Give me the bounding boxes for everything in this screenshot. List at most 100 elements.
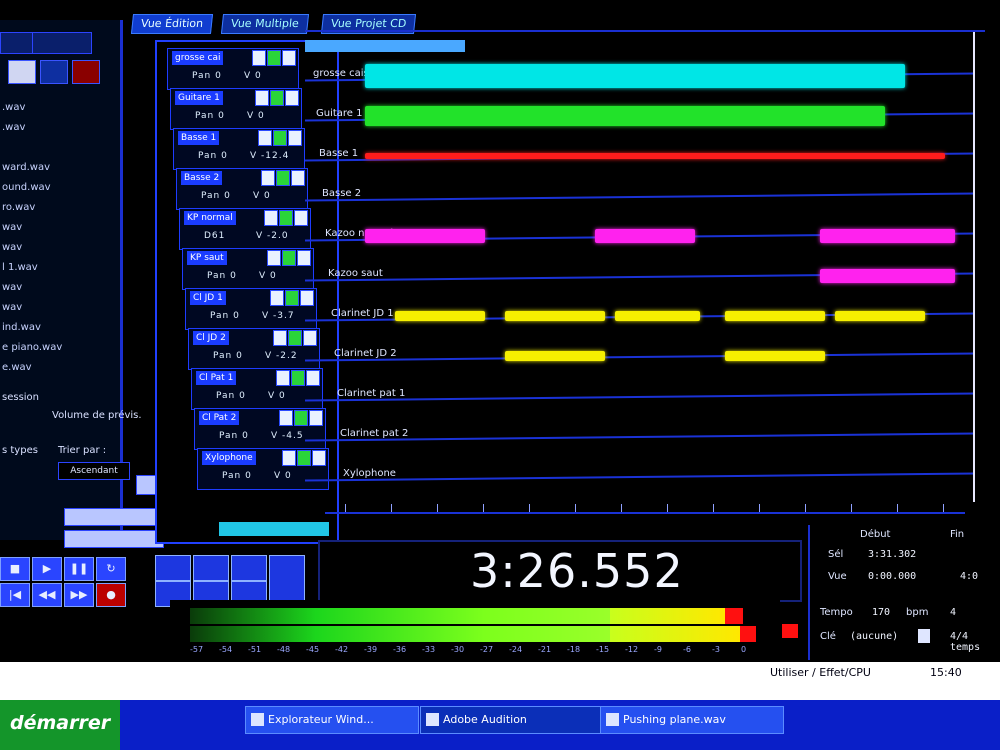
volume-value[interactable]: V -12.4: [250, 151, 289, 161]
mixer-track-name[interactable]: KP normal: [184, 211, 236, 225]
pan-value[interactable]: Pan 0: [201, 191, 231, 201]
file-action-button-1[interactable]: [64, 508, 164, 526]
mixer-track-name[interactable]: Cl Pat 1: [196, 371, 237, 385]
pan-value[interactable]: Pan 0: [222, 471, 252, 481]
mute-button[interactable]: [279, 410, 293, 426]
rewind-button[interactable]: ◀◀: [32, 583, 62, 607]
file-list-item[interactable]: e.wav: [2, 362, 32, 373]
volume-value[interactable]: V 0: [247, 111, 265, 121]
pan-value[interactable]: D61: [204, 231, 225, 241]
audio-clip[interactable]: [395, 311, 485, 321]
audio-clip[interactable]: [365, 229, 485, 243]
mixer-track-name[interactable]: Cl JD 2: [193, 331, 229, 345]
zoom-selection-button[interactable]: [269, 555, 305, 605]
file-list-item[interactable]: l 1.wav: [2, 262, 38, 273]
tab-vue-multiple[interactable]: Vue Multiple: [220, 14, 309, 34]
pan-value[interactable]: Pan 0: [219, 431, 249, 441]
volume-value[interactable]: V 0: [268, 391, 286, 401]
record-arm-button[interactable]: [285, 90, 299, 106]
file-panel-tab[interactable]: [0, 32, 36, 54]
mixer-track-name[interactable]: Basse 1: [178, 131, 220, 145]
file-list-item[interactable]: .wav: [2, 122, 25, 133]
mixer-track-name[interactable]: Xylophone: [202, 451, 256, 465]
audio-clip[interactable]: [505, 351, 605, 361]
sel-start-value[interactable]: 3:31.302: [868, 549, 916, 560]
file-list-item[interactable]: wav: [2, 282, 22, 293]
file-list-item[interactable]: ward.wav: [2, 162, 50, 173]
taskbar-item-wav[interactable]: Pushing plane.wav: [600, 706, 784, 734]
mute-button[interactable]: [282, 450, 296, 466]
zoom-in-h-button[interactable]: [155, 555, 191, 581]
file-list-item[interactable]: .wav: [2, 102, 25, 113]
record-arm-button[interactable]: [282, 50, 296, 66]
go-start-button[interactable]: |◀: [0, 583, 30, 607]
timeline-scrollbar[interactable]: [305, 40, 465, 52]
file-list-item[interactable]: wav: [2, 242, 22, 253]
track-lane[interactable]: [305, 192, 975, 202]
volume-value[interactable]: V 0: [274, 471, 292, 481]
file-list-item[interactable]: e piano.wav: [2, 342, 62, 353]
view-end-value[interactable]: 4:0: [960, 571, 978, 582]
mute-button[interactable]: [252, 50, 266, 66]
mixer-track-name[interactable]: Guitare 1: [175, 91, 223, 105]
record-arm-button[interactable]: [288, 130, 302, 146]
solo-button[interactable]: [273, 130, 287, 146]
start-button[interactable]: démarrer: [0, 700, 120, 750]
track-label[interactable]: Xylophone: [343, 468, 396, 479]
audio-clip[interactable]: [725, 311, 825, 321]
view-start-value[interactable]: 0:00.000: [868, 571, 916, 582]
track-lane[interactable]: [305, 472, 975, 482]
track-label[interactable]: Basse 1: [319, 148, 358, 159]
volume-value[interactable]: V -3.7: [262, 311, 295, 321]
volume-value[interactable]: V 0: [253, 191, 271, 201]
taskbar-item-audition[interactable]: Adobe Audition: [420, 706, 604, 734]
forward-button[interactable]: ▶▶: [64, 583, 94, 607]
tempo-value[interactable]: 170: [872, 607, 890, 618]
audio-clip[interactable]: [615, 311, 700, 321]
mute-button[interactable]: [270, 290, 284, 306]
beats-value[interactable]: 4: [950, 607, 956, 618]
import-button[interactable]: [40, 60, 68, 84]
pan-value[interactable]: Pan 0: [198, 151, 228, 161]
mixer-track-name[interactable]: Cl JD 1: [190, 291, 226, 305]
stop-button[interactable]: ■: [0, 557, 30, 581]
mute-button[interactable]: [261, 170, 275, 186]
tab-vue-edition[interactable]: Vue Édition: [130, 14, 214, 34]
track-label[interactable]: Clarinet JD 2: [334, 348, 397, 359]
file-list-item[interactable]: ound.wav: [2, 182, 51, 193]
clip-indicator[interactable]: [782, 624, 798, 638]
solo-button[interactable]: [288, 330, 302, 346]
track-label[interactable]: Basse 2: [322, 188, 361, 199]
effects-panel-tab[interactable]: [32, 32, 92, 54]
zoom-out-h-button[interactable]: [193, 555, 229, 581]
mixer-track-name[interactable]: grosse cai: [172, 51, 224, 65]
track-label[interactable]: Clarinet pat 1: [337, 388, 405, 399]
track-label[interactable]: Clarinet pat 2: [340, 428, 408, 439]
solo-button[interactable]: [279, 210, 293, 226]
volume-value[interactable]: V -4.5: [271, 431, 304, 441]
open-file-button[interactable]: [8, 60, 36, 84]
audio-clip[interactable]: [820, 269, 955, 283]
audio-clip[interactable]: [835, 311, 925, 321]
key-value[interactable]: (aucune): [850, 631, 898, 642]
pan-value[interactable]: Pan 0: [210, 311, 240, 321]
file-list-item[interactable]: wav: [2, 302, 22, 313]
track-lane[interactable]: [305, 392, 975, 402]
play-button[interactable]: ▶: [32, 557, 62, 581]
mute-button[interactable]: [255, 90, 269, 106]
solo-button[interactable]: [267, 50, 281, 66]
audio-clip[interactable]: [820, 229, 955, 243]
multitrack-view[interactable]: grosse caisse Guitare 1 Basse 1 Basse 2 Kazo…: [305, 30, 985, 532]
mixer-track-name[interactable]: Basse 2: [181, 171, 223, 185]
time-signature-value[interactable]: 4/4 temps: [950, 631, 1000, 653]
file-list-item[interactable]: ro.wav: [2, 202, 35, 213]
audio-clip[interactable]: [595, 229, 695, 243]
mute-button[interactable]: [273, 330, 287, 346]
track-lane[interactable]: [305, 352, 975, 362]
taskbar-item-explorer[interactable]: Explorateur Wind...: [245, 706, 419, 734]
audio-clip[interactable]: [365, 64, 905, 88]
playhead-cursor[interactable]: [973, 32, 975, 502]
record-arm-button[interactable]: [291, 170, 305, 186]
zoom-full-button[interactable]: [231, 555, 267, 581]
key-dropdown-arrow[interactable]: [918, 629, 930, 643]
